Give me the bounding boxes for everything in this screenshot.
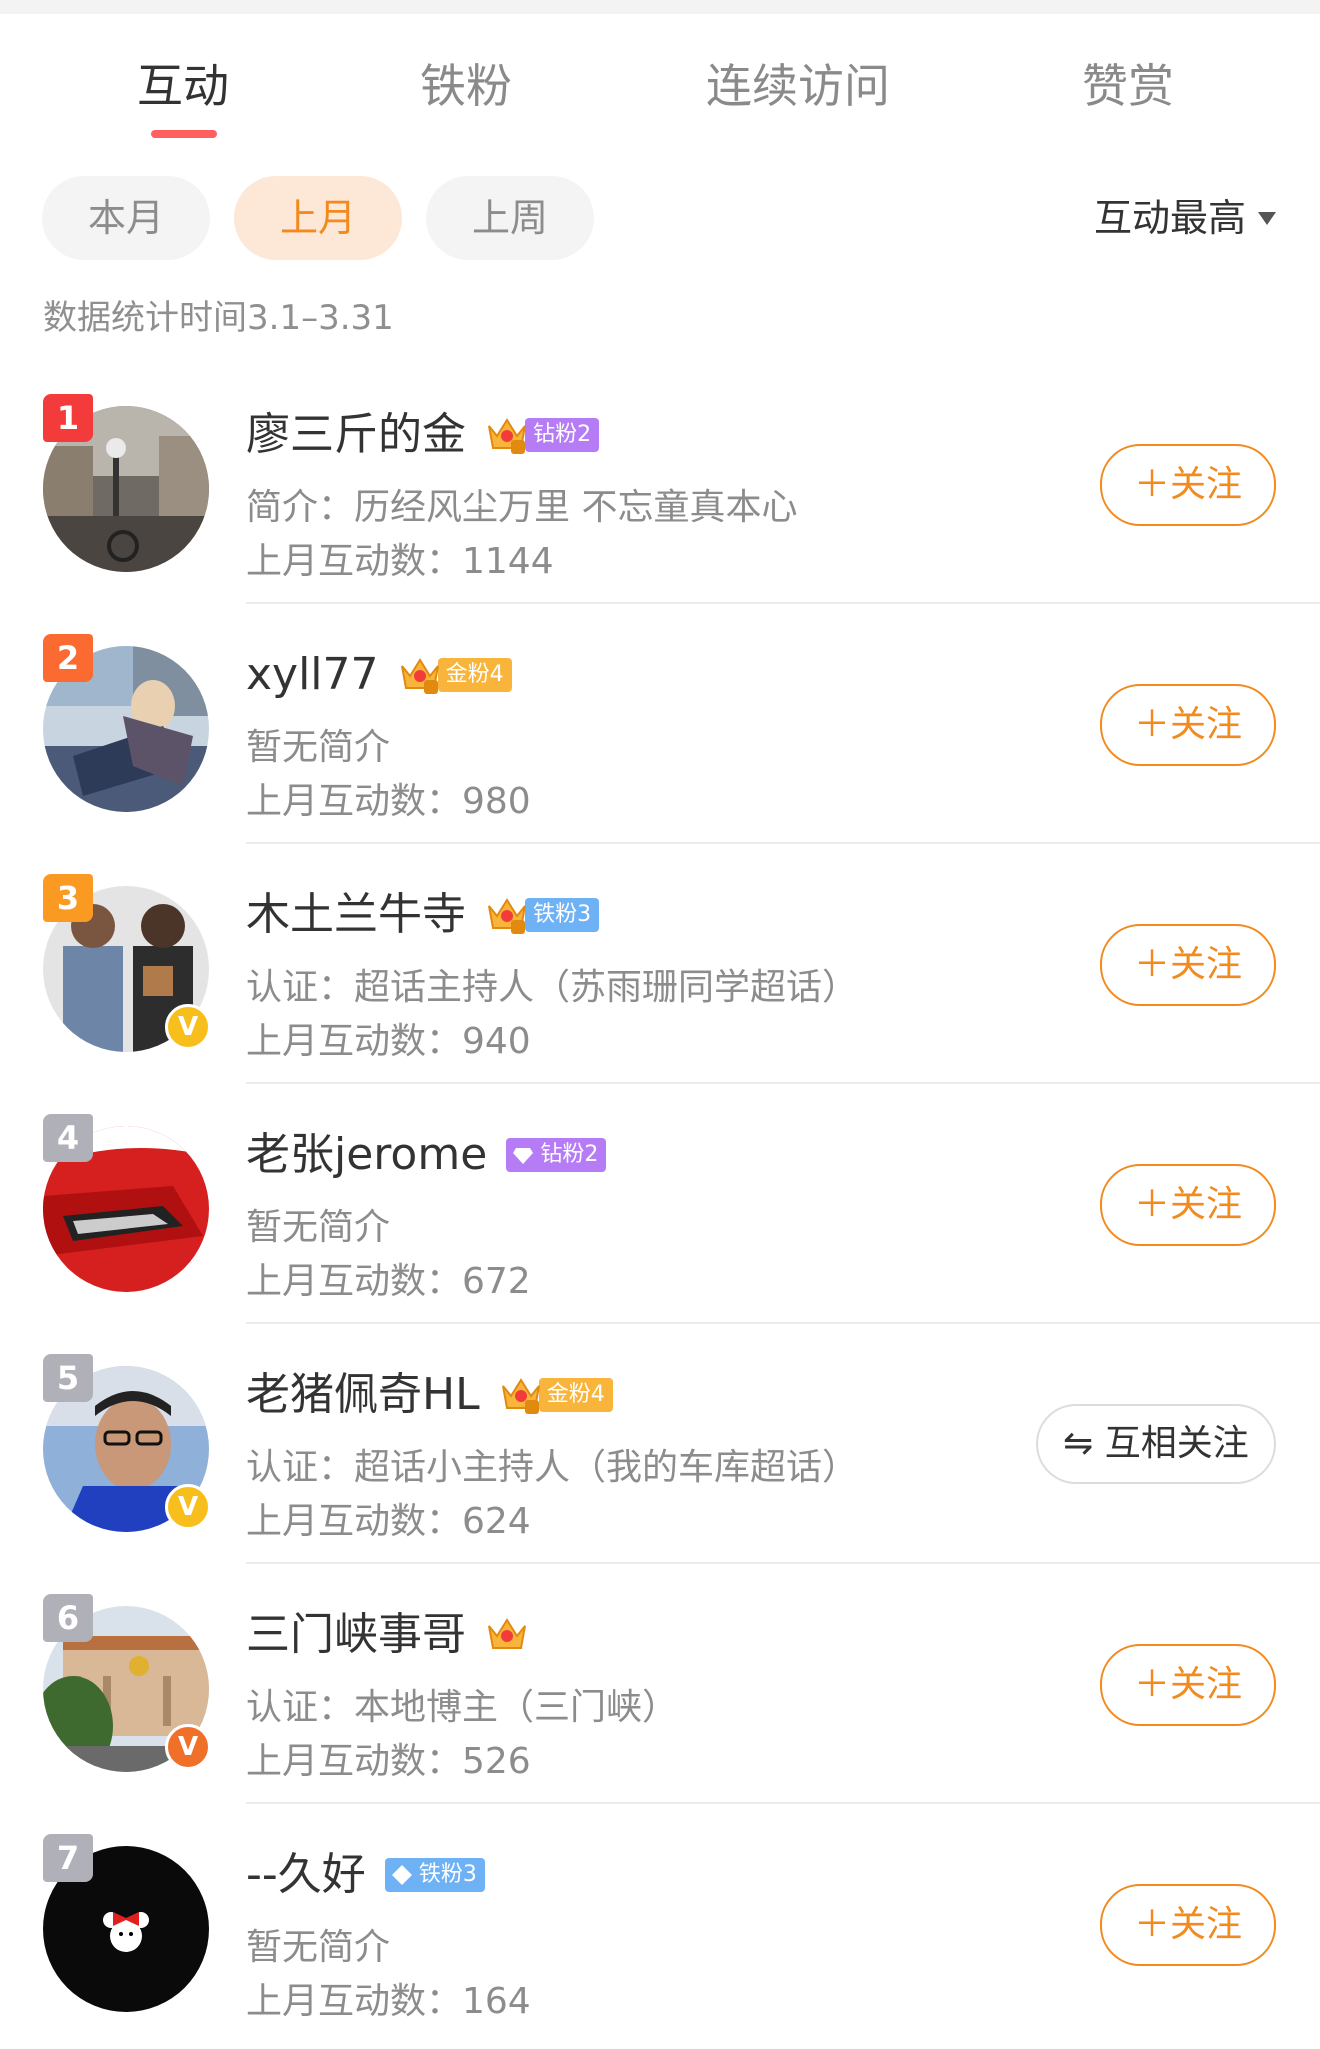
list-item[interactable]: 7 --久好 铁粉3 暂无简介 上月互动数：164 ＋关注 bbox=[0, 1804, 1320, 2044]
user-bio: 简介：历经风尘万里 不忘童真本心 bbox=[246, 487, 798, 528]
user-name[interactable]: 廖三斤的金 bbox=[246, 406, 466, 464]
fan-level-badge: 金粉4 bbox=[398, 658, 512, 694]
tab-interaction[interactable]: 互动 bbox=[137, 56, 229, 116]
status-strip bbox=[0, 0, 1320, 14]
fan-badge-label: 钻粉2 bbox=[540, 1142, 599, 1167]
rank-badge: 5 bbox=[43, 1354, 93, 1402]
follow-button[interactable]: ＋关注 bbox=[1100, 1884, 1276, 1966]
sort-dropdown[interactable]: 互动最高 bbox=[1094, 176, 1276, 260]
user-name[interactable]: 三门峡事哥 bbox=[246, 1606, 466, 1664]
swap-arrows-icon: ⇋ bbox=[1063, 1423, 1094, 1464]
active-tab-indicator bbox=[151, 130, 217, 138]
follow-button[interactable]: ＋关注 bbox=[1100, 1644, 1276, 1726]
filter-this-month[interactable]: 本月 bbox=[42, 176, 210, 260]
fan-level-badge: 钻粉2 bbox=[506, 1138, 607, 1172]
filter-last-month[interactable]: 上月 bbox=[234, 176, 402, 260]
rank-badge: 6 bbox=[43, 1594, 93, 1642]
fan-level-badge: 钻粉2 bbox=[485, 418, 600, 454]
list-item[interactable]: 2 xyll77 金粉4 暂无简介 上月互动数：980 ＋关注 bbox=[0, 604, 1320, 844]
interaction-count: 上月互动数：980 bbox=[246, 781, 531, 822]
interaction-count: 上月互动数：940 bbox=[246, 1021, 531, 1062]
diamond-icon bbox=[391, 1865, 412, 1885]
sort-label: 互动最高 bbox=[1093, 196, 1246, 240]
user-name[interactable]: 木土兰牛寺 bbox=[246, 886, 466, 944]
user-name[interactable]: xyll77 bbox=[246, 646, 379, 704]
user-name[interactable]: 老猪佩奇HL bbox=[246, 1366, 480, 1424]
list-item[interactable]: 4 老张jerome 钻粉2 暂无简介 上月互动数：672 ＋关注 bbox=[0, 1084, 1320, 1324]
fan-badge-label: 铁粉3 bbox=[418, 1862, 477, 1887]
rank-badge: 1 bbox=[43, 394, 93, 442]
rank-badge: 2 bbox=[43, 634, 93, 682]
fan-level-badge: 铁粉3 bbox=[485, 898, 600, 934]
crown-icon bbox=[488, 418, 527, 454]
crown-icon bbox=[488, 898, 527, 934]
tab-iron-fans[interactable]: 铁粉 bbox=[420, 56, 512, 116]
fan-level-badge: 铁粉3 bbox=[384, 1858, 485, 1892]
rank-badge: 4 bbox=[43, 1114, 93, 1162]
user-bio: 认证：超话主持人（苏雨珊同学超话） bbox=[246, 967, 859, 1008]
user-name[interactable]: --久好 bbox=[246, 1846, 366, 1904]
mutual-follow-label: 互相关注 bbox=[1104, 1423, 1249, 1464]
caret-down-icon bbox=[1258, 212, 1276, 225]
interaction-count: 上月互动数：672 bbox=[246, 1261, 531, 1302]
interaction-count: 上月互动数：164 bbox=[246, 1981, 531, 2022]
user-bio: 认证：超话小主持人（我的车库超话） bbox=[246, 1447, 859, 1488]
stats-period: 数据统计时间3.1–3.31 bbox=[43, 298, 394, 338]
tab-consecutive-visits[interactable]: 连续访问 bbox=[706, 56, 890, 116]
crown-icon bbox=[488, 1618, 527, 1649]
fan-badge-label: 金粉4 bbox=[437, 658, 512, 692]
fan-level-badge bbox=[485, 1618, 529, 1652]
crown-icon bbox=[400, 658, 439, 694]
interaction-count: 上月互动数：624 bbox=[246, 1501, 531, 1542]
follow-button[interactable]: ＋关注 bbox=[1100, 924, 1276, 1006]
list-item[interactable]: 6 V 三门峡事哥 认证：本地博主（三门峡） 上月互动数：526 ＋关注 bbox=[0, 1564, 1320, 1804]
user-bio: 认证：本地博主（三门峡） bbox=[246, 1687, 679, 1728]
user-name[interactable]: 老张jerome bbox=[246, 1126, 487, 1184]
tab-bar: 互动 铁粉 连续访问 赞赏 bbox=[0, 14, 1320, 144]
verified-v-icon: V bbox=[165, 1004, 211, 1050]
user-bio: 暂无简介 bbox=[246, 1207, 391, 1248]
crown-icon bbox=[501, 1378, 540, 1414]
rank-badge: 3 bbox=[43, 874, 93, 922]
fan-badge-label: 铁粉3 bbox=[525, 898, 600, 932]
follow-button[interactable]: ＋关注 bbox=[1100, 1164, 1276, 1246]
fan-badge-label: 钻粉2 bbox=[525, 418, 600, 452]
verified-v-icon: V bbox=[165, 1724, 211, 1770]
follow-button[interactable]: ＋关注 bbox=[1100, 684, 1276, 766]
fan-badge-label: 金粉4 bbox=[538, 1378, 613, 1412]
user-bio: 暂无简介 bbox=[246, 1927, 391, 1968]
interaction-count: 上月互动数：1144 bbox=[246, 541, 554, 582]
filter-last-week[interactable]: 上周 bbox=[426, 176, 594, 260]
list-item[interactable]: 5 V 老猪佩奇HL 金粉4 认证：超话小主持人（我的车库超话） 上月互动数：6… bbox=[0, 1324, 1320, 1564]
interaction-count: 上月互动数：526 bbox=[246, 1741, 531, 1782]
follow-button[interactable]: ＋关注 bbox=[1100, 444, 1276, 526]
list-item[interactable]: 1 廖三斤的金 钻粉2 简介：历经风尘万里 不忘童真本心 上月互动数：1144 … bbox=[0, 364, 1320, 604]
tab-tips[interactable]: 赞赏 bbox=[1082, 56, 1174, 116]
diamond-icon bbox=[513, 1148, 534, 1164]
fan-level-badge: 金粉4 bbox=[499, 1378, 613, 1414]
verified-v-icon: V bbox=[165, 1484, 211, 1530]
mutual-follow-button[interactable]: ⇋ 互相关注 bbox=[1036, 1404, 1276, 1484]
list-item[interactable]: 3 V 木土兰牛寺 铁粉3 认证：超话主持人（苏雨珊同学超话） 上月互动数：94… bbox=[0, 844, 1320, 1084]
user-bio: 暂无简介 bbox=[246, 727, 391, 768]
rank-badge: 7 bbox=[43, 1834, 93, 1882]
